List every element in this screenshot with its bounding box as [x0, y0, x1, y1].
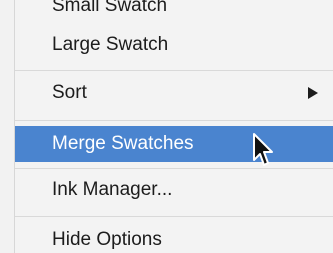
menu-separator: [15, 120, 333, 121]
menu-item-sort[interactable]: Sort: [15, 75, 333, 111]
menu-item-label: Small Swatch: [52, 0, 168, 16]
context-menu: Small Swatch Large Swatch Sort Merge Swa…: [14, 0, 333, 253]
menu-item-label: Hide Options: [52, 229, 162, 250]
menu-item-small-swatch[interactable]: Small Swatch: [15, 0, 333, 24]
menu-item-label: Merge Swatches: [52, 133, 194, 154]
menu-item-label: Sort: [52, 82, 87, 103]
menu-item-label: Large Swatch: [52, 34, 169, 55]
menu-item-large-swatch[interactable]: Large Swatch: [15, 27, 333, 63]
mouse-pointer-icon: [253, 133, 273, 166]
menu-item-ink-manager[interactable]: Ink Manager...: [15, 172, 333, 208]
menu-item-hide-options[interactable]: Hide Options: [15, 222, 333, 253]
menu-item-merge-swatches[interactable]: Merge Swatches: [15, 126, 333, 162]
chevron-right-icon: [308, 87, 318, 99]
menu-separator: [15, 216, 333, 217]
menu-item-label: Ink Manager...: [52, 179, 173, 200]
menu-separator: [15, 168, 333, 169]
menu-separator: [15, 70, 333, 71]
